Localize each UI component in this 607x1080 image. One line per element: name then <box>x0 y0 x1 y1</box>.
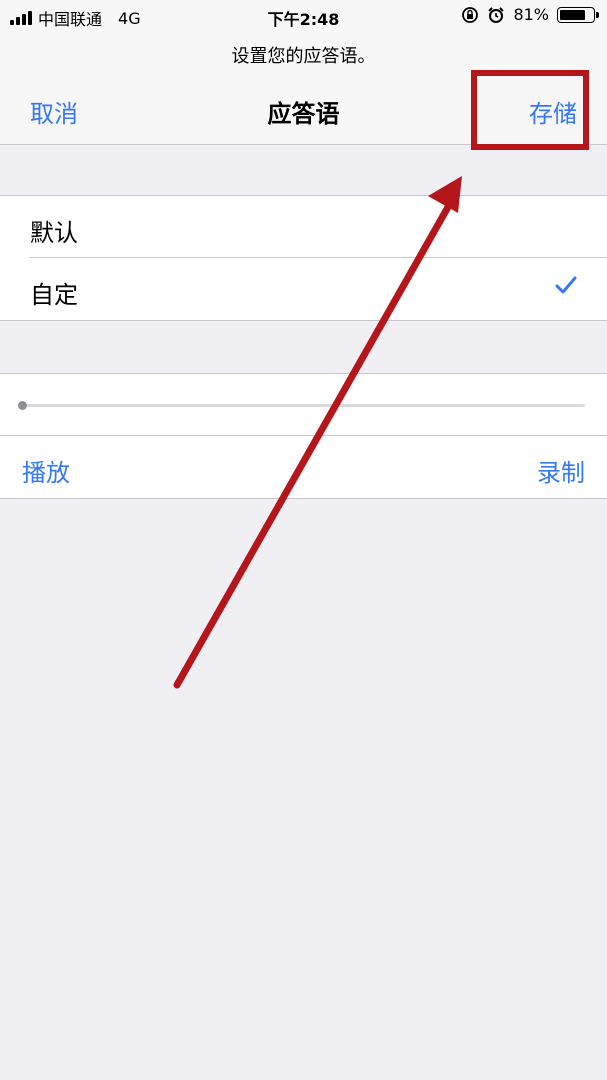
play-button[interactable]: 播放 <box>22 453 70 488</box>
highlight-box <box>471 70 589 150</box>
prompt-text: 设置您的应答语。 <box>231 46 376 67</box>
playback-slider[interactable] <box>0 374 607 436</box>
alarm-icon <box>488 6 505 23</box>
option-label: 自定 <box>30 281 78 309</box>
annotation-arrow <box>173 176 462 689</box>
greeting-options: 默认 自定 <box>0 195 607 321</box>
recording-panel: 播放 录制 <box>0 373 607 499</box>
slider-thumb[interactable] <box>18 401 27 410</box>
option-label: 默认 <box>30 219 78 247</box>
recording-actions: 播放 录制 <box>0 436 607 498</box>
status-bar: 中国联通 4G 下午2:48 81% <box>0 0 607 32</box>
battery-fill <box>560 9 586 20</box>
rotation-lock-icon <box>462 6 479 23</box>
status-right: 81% <box>461 5 599 24</box>
slider-track <box>22 404 585 407</box>
checkmark-icon <box>555 276 577 294</box>
option-default[interactable]: 默认 <box>0 196 607 258</box>
battery-icon <box>557 6 599 23</box>
option-custom[interactable]: 自定 <box>0 258 607 320</box>
record-button[interactable]: 录制 <box>537 453 585 488</box>
battery-percent: 81% <box>513 5 549 24</box>
